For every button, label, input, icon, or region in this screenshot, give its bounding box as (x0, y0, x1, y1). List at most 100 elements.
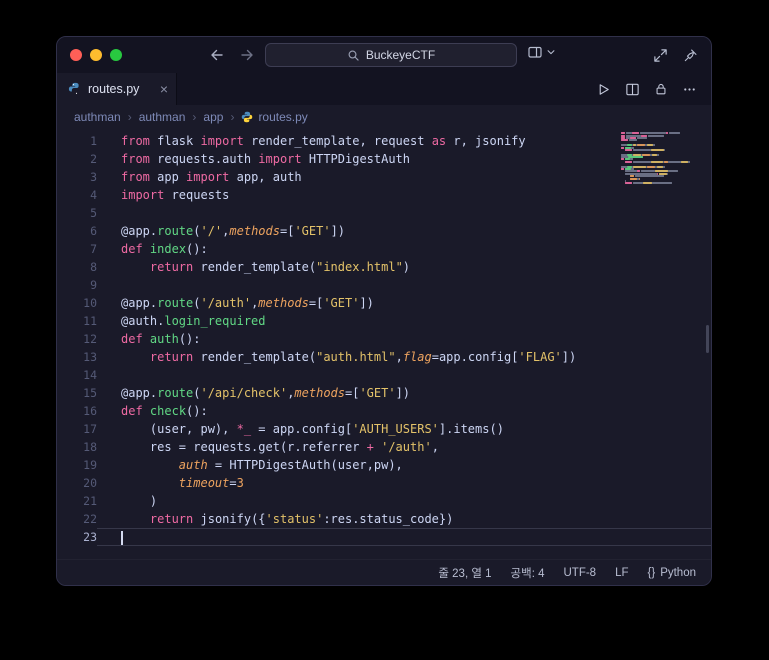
line-number[interactable]: 15 (57, 384, 97, 402)
line-number[interactable]: 6 (57, 222, 97, 240)
search-value: BuckeyeCTF (365, 48, 436, 62)
code-line[interactable]: 5 (57, 204, 711, 222)
code-line[interactable]: 23 (57, 528, 711, 546)
run-python-file-icon[interactable] (596, 82, 611, 97)
code-line[interactable]: 16 def check(): (57, 402, 711, 420)
code-line[interactable]: 18 res = requests.get(r.referrer + '/aut… (57, 438, 711, 456)
close-tab-icon[interactable]: × (160, 82, 168, 96)
chevron-right-icon: › (127, 110, 132, 124)
code-line[interactable]: 4 import requests (57, 186, 711, 204)
cursor-position-status[interactable]: 줄 23, 열 1 (438, 565, 491, 581)
breadcrumb-item-file[interactable]: routes.py (241, 110, 308, 124)
line-number[interactable]: 2 (57, 150, 97, 168)
expand-fullscreen-icon[interactable] (653, 48, 668, 63)
window-controls (70, 49, 122, 61)
code-text (97, 528, 711, 546)
back-icon[interactable] (209, 47, 225, 63)
editor[interactable]: 1 from flask import render_template, requ… (57, 129, 711, 559)
code-line[interactable]: 17 (user, pw), *_ = app.config['AUTH_USE… (57, 420, 711, 438)
line-number[interactable]: 14 (57, 366, 97, 384)
layout-control[interactable] (527, 44, 556, 60)
line-number[interactable]: 19 (57, 456, 97, 474)
line-number[interactable]: 20 (57, 474, 97, 492)
breadcrumb: authman › authman › app › routes.py (57, 105, 711, 129)
breadcrumb-item[interactable]: authman (74, 110, 121, 124)
code-line[interactable]: 20 timeout=3 (57, 474, 711, 492)
code-line[interactable]: 6 @app.route('/',methods=['GET']) (57, 222, 711, 240)
code-line[interactable]: 13 return render_template("auth.html",fl… (57, 348, 711, 366)
command-center-search[interactable]: BuckeyeCTF (265, 43, 517, 67)
line-number[interactable]: 21 (57, 492, 97, 510)
code-text: def auth(): (121, 332, 201, 346)
line-number[interactable]: 22 (57, 510, 97, 528)
code-text: from requests.auth import HTTPDigestAuth (121, 152, 411, 166)
code-text: return jsonify({'status':res.status_code… (149, 512, 454, 526)
line-number[interactable]: 16 (57, 402, 97, 420)
code-text: @auth.login_required (121, 314, 266, 328)
code-text: ) (121, 494, 158, 508)
breadcrumb-item[interactable]: authman (139, 110, 186, 124)
code-text: @app.route('/api/check',methods=['GET']) (121, 386, 411, 400)
line-number[interactable]: 7 (57, 240, 97, 258)
line-number[interactable]: 17 (57, 420, 97, 438)
line-number[interactable]: 4 (57, 186, 97, 204)
minimap[interactable] (621, 132, 695, 187)
text-cursor (121, 531, 123, 545)
code-text: @app.route('/',methods=['GET']) (121, 224, 346, 238)
indentation-status[interactable]: 공백: 4 (511, 565, 545, 581)
code-line[interactable]: 2 from requests.auth import HTTPDigestAut… (57, 150, 711, 168)
pin-icon[interactable] (683, 48, 698, 63)
code-line[interactable]: 21 ) (57, 492, 711, 510)
code-line[interactable]: 19 auth = HTTPDigestAuth(user,pw), (57, 456, 711, 474)
code-line[interactable]: 14 (57, 366, 711, 384)
split-editor-icon[interactable] (625, 82, 640, 97)
line-number[interactable]: 10 (57, 294, 97, 312)
code-text: def check(): (121, 404, 208, 418)
line-number[interactable]: 18 (57, 438, 97, 456)
code-text: @app.route('/auth',methods=['GET']) (121, 296, 374, 310)
code-line[interactable]: 1 from flask import render_template, requ… (57, 132, 711, 150)
line-number[interactable]: 12 (57, 330, 97, 348)
line-number[interactable]: 9 (57, 276, 97, 294)
code-line[interactable]: 10 @app.route('/auth',methods=['GET']) (57, 294, 711, 312)
line-number[interactable]: 23 (57, 528, 97, 546)
zoom-window-button[interactable] (110, 49, 122, 61)
chevron-right-icon: › (192, 110, 197, 124)
line-number[interactable]: 8 (57, 258, 97, 276)
language-mode-status[interactable]: {} Python (648, 567, 697, 579)
vscode-window: BuckeyeCTF routes.py × authman › authman… (56, 36, 712, 586)
tab-routes-py[interactable]: routes.py × (57, 73, 177, 105)
eol-status[interactable]: LF (615, 567, 628, 579)
line-number[interactable]: 5 (57, 204, 97, 222)
line-number[interactable]: 11 (57, 312, 97, 330)
chevron-right-icon: › (230, 110, 235, 124)
forward-icon[interactable] (239, 47, 255, 63)
code-line[interactable]: 15 @app.route('/api/check',methods=['GET'… (57, 384, 711, 402)
line-number[interactable]: 3 (57, 168, 97, 186)
encoding-status[interactable]: UTF-8 (563, 567, 596, 579)
python-icon (68, 82, 82, 96)
chevron-down-icon (546, 47, 556, 57)
language-label: Python (660, 566, 696, 579)
code-line[interactable]: 11 @auth.login_required (57, 312, 711, 330)
more-actions-icon[interactable] (682, 82, 697, 97)
code-line[interactable]: 9 (57, 276, 711, 294)
line-number[interactable]: 1 (57, 132, 97, 150)
code-line[interactable]: 7 def index(): (57, 240, 711, 258)
minimize-window-button[interactable] (90, 49, 102, 61)
code-line[interactable]: 3 from app import app, auth (57, 168, 711, 186)
breadcrumb-item[interactable]: app (203, 110, 223, 124)
code-text: from app import app, auth (121, 170, 302, 184)
code-line[interactable]: 8 return render_template("index.html") (57, 258, 711, 276)
line-number[interactable]: 13 (57, 348, 97, 366)
code-text: from flask import render_template, reque… (121, 134, 526, 148)
editor-actions (596, 73, 711, 105)
close-window-button[interactable] (70, 49, 82, 61)
lock-icon[interactable] (654, 82, 668, 96)
scrollbar-thumb[interactable] (706, 325, 709, 353)
code-line[interactable]: 12 def auth(): (57, 330, 711, 348)
code-text: return render_template("index.html") (149, 260, 411, 274)
code-line[interactable]: 22 return jsonify({'status':res.status_c… (57, 510, 711, 528)
